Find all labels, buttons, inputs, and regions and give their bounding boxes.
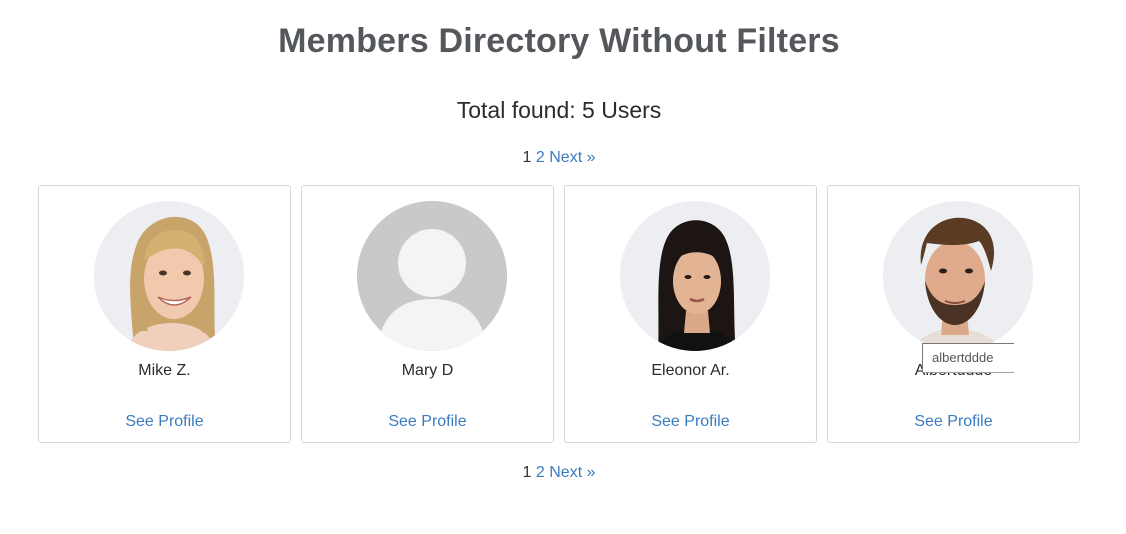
page-title: Members Directory Without Filters — [278, 22, 840, 60]
pagination-page-2-link[interactable]: 2 — [536, 464, 545, 481]
pagination-next-link[interactable]: Next » — [549, 464, 595, 481]
member-name: Mike Z. — [138, 362, 191, 379]
see-profile-link[interactable]: See Profile — [565, 413, 816, 431]
members-grid: Mike Z. See Profile Mary D See Profile E… — [38, 185, 1080, 443]
pagination-next-link[interactable]: Next » — [549, 149, 595, 166]
member-name: Mary D — [401, 362, 454, 379]
pagination-bottom: 1 2 Next » — [0, 463, 1118, 483]
woman-blonde-photo-icon — [94, 201, 244, 351]
member-avatar[interactable] — [620, 201, 770, 351]
pagination-current-page: 1 — [522, 464, 532, 481]
member-avatar[interactable] — [94, 201, 244, 351]
man-beard-photo-icon — [883, 201, 1033, 351]
see-profile-link[interactable]: See Profile — [39, 413, 290, 431]
woman-dark-hair-photo-icon — [620, 201, 770, 351]
member-card: Albertddde See Profile albertddde — [827, 185, 1080, 443]
username-tooltip: albertddde — [922, 343, 1014, 373]
member-avatar[interactable] — [883, 201, 1033, 351]
member-card: Mary D See Profile — [301, 185, 554, 443]
pagination-top: 1 2 Next » — [0, 148, 1118, 168]
pagination-current-page: 1 — [522, 149, 532, 166]
pagination-page-2-link[interactable]: 2 — [536, 149, 545, 166]
member-name: Eleonor Ar. — [651, 362, 730, 379]
member-card: Eleonor Ar. See Profile — [564, 185, 817, 443]
member-card: Mike Z. See Profile — [38, 185, 291, 443]
default-user-silhouette-icon — [357, 201, 507, 351]
total-found-label: Total found: 5 Users — [456, 97, 662, 123]
member-avatar[interactable] — [357, 201, 507, 351]
see-profile-link[interactable]: See Profile — [302, 413, 553, 431]
see-profile-link[interactable]: See Profile — [828, 413, 1079, 431]
